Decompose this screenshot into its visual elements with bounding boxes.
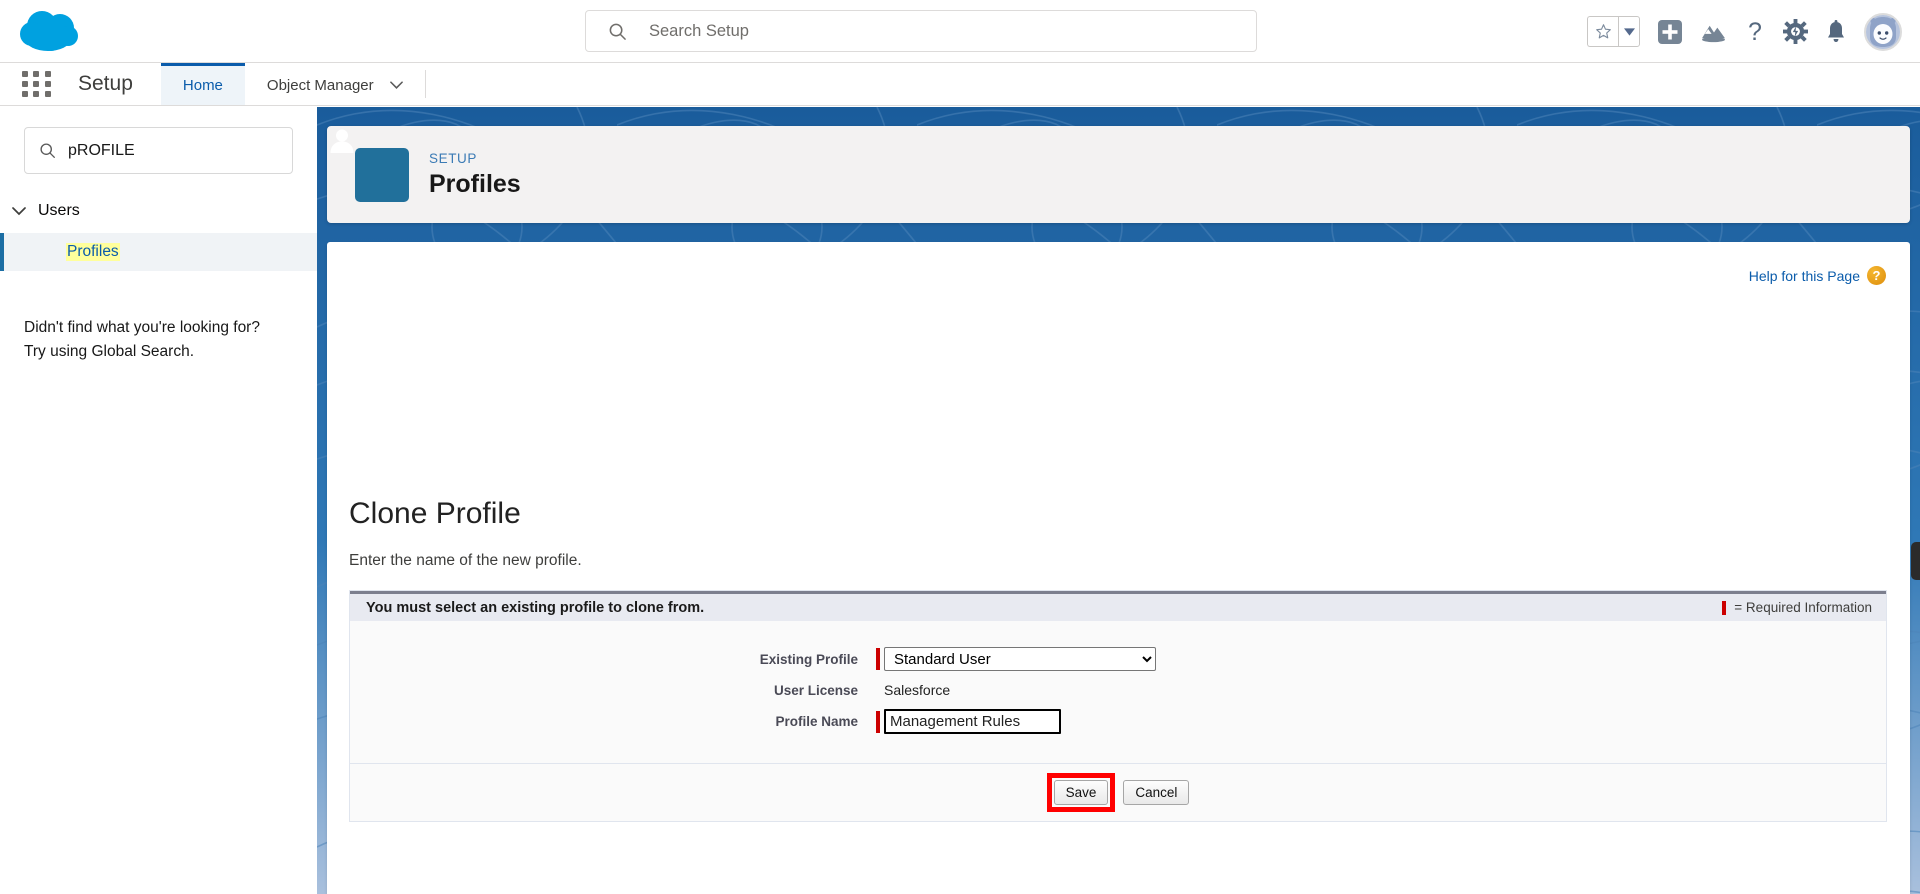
profile-name-field bbox=[876, 709, 1061, 734]
user-avatar[interactable] bbox=[1864, 12, 1902, 51]
setup-nav-bar: Setup Home Object Manager bbox=[0, 63, 1920, 106]
clone-profile-title: Clone Profile bbox=[349, 497, 521, 530]
help-question-icon[interactable]: ? bbox=[1867, 266, 1886, 285]
notifications-bell-icon[interactable] bbox=[1825, 19, 1847, 44]
user-license-field: Salesforce bbox=[876, 682, 950, 698]
search-icon bbox=[609, 23, 626, 40]
tab-home-label: Home bbox=[182, 77, 223, 94]
page-header-eyebrow: SETUP bbox=[429, 150, 478, 166]
tab-object-manager[interactable]: Object Manager bbox=[245, 63, 425, 105]
app-launcher-waffle-icon[interactable] bbox=[22, 71, 52, 97]
global-search[interactable] bbox=[585, 10, 1257, 52]
svg-text:?: ? bbox=[1748, 19, 1762, 45]
existing-profile-select[interactable]: Standard UserSystem AdministratorStandar… bbox=[884, 647, 1156, 671]
user-license-label: User License bbox=[773, 682, 858, 698]
clone-profile-form: You must select an existing profile to c… bbox=[349, 590, 1887, 822]
required-marker-icon bbox=[1722, 600, 1727, 615]
chevron-down-icon bbox=[389, 81, 403, 89]
sidebar-hint-line2: Try using Global Search. bbox=[24, 343, 195, 360]
cancel-button[interactable]: Cancel bbox=[1123, 780, 1190, 805]
app-name-label: Setup bbox=[78, 72, 133, 95]
content-card: Help for this Page ? Clone Profile Enter… bbox=[327, 242, 1910, 894]
existing-profile-field: Standard UserSystem AdministratorStandar… bbox=[876, 647, 1156, 671]
search-icon bbox=[40, 143, 55, 158]
user-profile-icon bbox=[330, 129, 409, 202]
field-row-profile-name: Profile Name bbox=[350, 709, 1886, 734]
form-body: Existing Profile Standard UserSystem Adm… bbox=[350, 621, 1886, 763]
clone-profile-subtitle: Enter the name of the new profile. bbox=[349, 552, 582, 569]
search-input[interactable] bbox=[649, 21, 1209, 41]
profile-name-label: Profile Name bbox=[775, 714, 858, 729]
sidebar-hint-line1: Didn't find what you're looking for? bbox=[24, 319, 260, 336]
setup-backdrop: SETUP Profiles Help for this Page ? Clon… bbox=[317, 107, 1920, 894]
user-license-value: Salesforce bbox=[884, 682, 951, 698]
profile-name-input[interactable] bbox=[884, 709, 1061, 734]
setup-gear-icon[interactable] bbox=[1783, 19, 1808, 44]
quick-find-input[interactable] bbox=[68, 141, 288, 160]
sidebar-item-profiles[interactable]: Profiles bbox=[0, 233, 317, 271]
existing-profile-label: Existing Profile bbox=[759, 651, 858, 667]
global-header: ? bbox=[0, 0, 1920, 63]
help-link-label: Help for this Page bbox=[1748, 267, 1860, 284]
trailhead-icon[interactable] bbox=[1700, 20, 1727, 43]
form-footer: Save Cancel bbox=[350, 763, 1886, 821]
setup-sidebar: Users Profiles Didn't find what you're l… bbox=[0, 107, 317, 894]
tab-object-manager-label: Object Manager bbox=[266, 77, 374, 94]
help-question-icon[interactable]: ? bbox=[1744, 19, 1766, 45]
tab-home[interactable]: Home bbox=[160, 63, 245, 105]
field-row-existing-profile: Existing Profile Standard UserSystem Adm… bbox=[350, 647, 1886, 671]
salesforce-cloud-logo[interactable] bbox=[18, 6, 84, 56]
favorites-star-icon[interactable] bbox=[1587, 16, 1618, 47]
required-note-label: = Required Information bbox=[1734, 600, 1872, 615]
form-section-title: You must select an existing profile to c… bbox=[366, 599, 705, 616]
search-box[interactable] bbox=[585, 10, 1257, 52]
page-header-card: SETUP Profiles bbox=[327, 126, 1910, 223]
field-row-user-license: User License Salesforce bbox=[350, 682, 1886, 698]
header-icon-group: ? bbox=[1587, 0, 1902, 63]
nav-divider bbox=[424, 70, 426, 98]
favorites-control[interactable] bbox=[1587, 16, 1640, 47]
sidebar-group-users[interactable]: Users bbox=[0, 196, 317, 226]
sidebar-item-label: Profiles bbox=[66, 243, 120, 261]
required-marker-icon bbox=[876, 648, 880, 670]
favorites-dropdown-icon[interactable] bbox=[1618, 16, 1640, 47]
save-button[interactable]: Save bbox=[1053, 780, 1109, 805]
page-title: Profiles bbox=[429, 169, 521, 198]
required-information-note: = Required Information bbox=[1722, 600, 1872, 615]
required-marker-icon bbox=[876, 710, 880, 733]
quick-find-box[interactable] bbox=[24, 127, 293, 174]
form-section-header: You must select an existing profile to c… bbox=[350, 591, 1886, 621]
panel-collapse-handle[interactable] bbox=[1911, 542, 1920, 580]
save-button-highlight: Save bbox=[1046, 773, 1116, 812]
sidebar-group-label: Users bbox=[38, 202, 80, 219]
add-plus-icon[interactable] bbox=[1657, 19, 1683, 45]
page-header-text: SETUP Profiles bbox=[429, 151, 521, 199]
chevron-down-icon bbox=[12, 206, 26, 215]
sidebar-hint: Didn't find what you're looking for? Try… bbox=[24, 316, 293, 364]
help-for-this-page-link[interactable]: Help for this Page ? bbox=[1749, 266, 1886, 285]
